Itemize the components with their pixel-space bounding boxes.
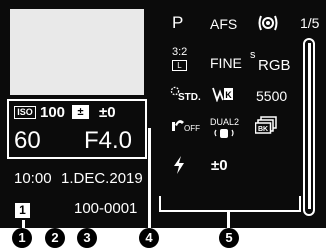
exposure-compensation-value: ±0 xyxy=(99,104,116,121)
aperture-value: F4.0 xyxy=(84,127,133,154)
white-balance-icon: K xyxy=(212,87,233,102)
color-space-prefix: s xyxy=(250,49,256,61)
marker-2: 2 xyxy=(45,228,65,248)
burst-mode-icon: BK xyxy=(255,116,277,134)
picture-size-icon: L xyxy=(172,60,187,71)
aspect-ratio: 3:2 xyxy=(172,46,188,58)
image-thumbnail xyxy=(10,9,144,95)
hand-shake-icon xyxy=(214,129,234,138)
scrollbar-thumb[interactable] xyxy=(308,43,311,209)
marker-1: 1 xyxy=(12,228,32,248)
quality: FINE xyxy=(210,55,242,71)
right-panel-bracket xyxy=(159,196,301,212)
exposure-compensation-icon: ± xyxy=(72,105,89,119)
flash-icon xyxy=(174,156,184,174)
marker-4: 4 xyxy=(139,228,159,248)
marker-3: 3 xyxy=(77,228,97,248)
white-balance-value: 5500 xyxy=(256,88,288,104)
af-mode: AFS xyxy=(210,16,238,32)
shutter-speed: 60 xyxy=(14,127,41,154)
photo-style: STD. xyxy=(178,92,201,103)
ois-status: OFF xyxy=(184,124,200,133)
marker-5: 5 xyxy=(219,228,239,248)
metering-icon xyxy=(258,15,278,31)
flash-compensation-value: ±0 xyxy=(211,157,228,174)
svg-text:K: K xyxy=(225,90,232,100)
svg-text:BK: BK xyxy=(258,126,268,133)
page-indicator: 1/5 xyxy=(300,15,320,31)
color-space: RGB xyxy=(258,57,291,74)
iso-value: 100 xyxy=(40,104,66,121)
shooting-mode: P xyxy=(172,13,184,32)
ois-icon xyxy=(172,120,184,131)
dual-is-label: DUAL2 xyxy=(210,117,240,127)
iso-icon: ISO xyxy=(14,106,36,119)
bracket-pointer-4 xyxy=(148,128,151,228)
picture-size-label: L xyxy=(177,61,182,70)
file-number: 100-0001 xyxy=(74,200,138,217)
playback-info-screen: ISO 100 ± ±0 60 F4.0 10:00 1.DEC.2019 1 … xyxy=(0,0,326,230)
card-slot-icon: 1 xyxy=(15,203,30,218)
recorded-date: 1.DEC.2019 xyxy=(61,170,143,187)
recorded-time: 10:00 xyxy=(14,170,52,187)
